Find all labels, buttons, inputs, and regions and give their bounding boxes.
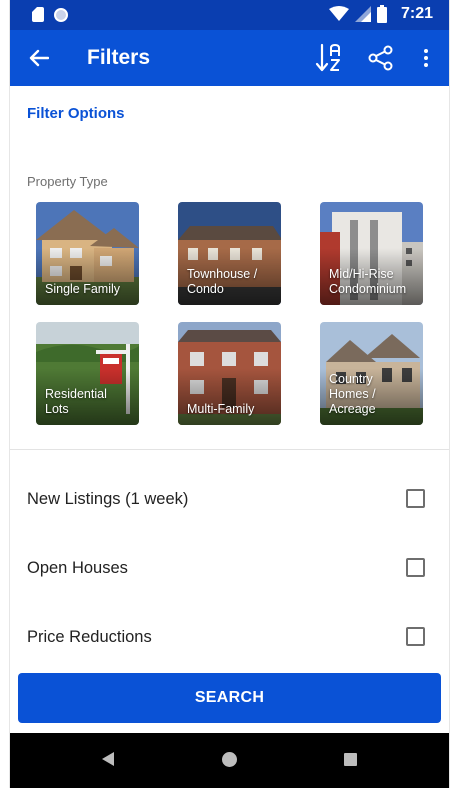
- battery-icon: [376, 5, 387, 23]
- nav-recents-icon[interactable]: [344, 753, 357, 766]
- status-right: 7:21: [328, 5, 433, 23]
- circle-icon: [54, 7, 68, 22]
- right-frame: [449, 0, 459, 788]
- new-listings-row[interactable]: New Listings (1 week): [10, 481, 449, 521]
- tile-single-family[interactable]: Single Family: [36, 202, 139, 305]
- more-vert-icon: [424, 49, 428, 53]
- page-title: Filters: [87, 46, 151, 69]
- back-arrow-icon: [29, 49, 49, 67]
- more-vert-icon-dot: [424, 63, 428, 67]
- share-icon: [368, 45, 393, 71]
- tile-multi-family[interactable]: Multi-Family: [178, 322, 281, 425]
- nav-home-icon[interactable]: [222, 752, 237, 767]
- new-listings-checkbox[interactable]: [406, 489, 425, 508]
- tile-mid-hi-rise-condominium[interactable]: Mid/Hi-Rise Condominium: [320, 202, 423, 305]
- status-time: 7:21: [400, 5, 433, 22]
- status-bar: 7:21: [10, 0, 449, 30]
- tile-country-homes-acreage[interactable]: Country Homes / Acreage: [320, 322, 423, 425]
- sort-button[interactable]: [315, 42, 345, 74]
- back-button[interactable]: [24, 43, 54, 73]
- tile-label: Mid/Hi-Rise Condominium: [329, 267, 407, 296]
- price-reductions-row[interactable]: Price Reductions: [10, 619, 449, 659]
- screen: 7:21 Filters Filter Options Property Typ…: [10, 0, 449, 788]
- app-bar: Filters: [10, 30, 449, 86]
- filter-options-link[interactable]: Filter Options: [27, 105, 125, 122]
- open-houses-label: Open Houses: [27, 559, 128, 577]
- price-reductions-checkbox[interactable]: [406, 627, 425, 646]
- open-houses-checkbox[interactable]: [406, 558, 425, 577]
- new-listings-label: New Listings (1 week): [27, 490, 189, 508]
- status-left: [32, 7, 68, 22]
- tile-residential-lots[interactable]: Residential Lots: [36, 322, 139, 425]
- tile-townhouse-condo[interactable]: Townhouse / Condo: [178, 202, 281, 305]
- sort-az-icon: [315, 43, 340, 72]
- search-button[interactable]: SEARCH: [18, 673, 441, 723]
- signal-icon: [354, 6, 371, 22]
- property-type-label: Property Type: [27, 174, 108, 189]
- more-options-button[interactable]: [416, 44, 436, 72]
- wifi-icon: [328, 6, 349, 21]
- more-vert-icon-dot: [424, 56, 428, 60]
- tile-label: Single Family: [45, 282, 121, 296]
- tile-label: Townhouse / Condo: [187, 267, 258, 296]
- price-reductions-label: Price Reductions: [27, 628, 152, 646]
- nav-back-icon[interactable]: [102, 752, 114, 766]
- left-frame: [0, 0, 10, 788]
- divider: [10, 449, 449, 450]
- open-houses-row[interactable]: Open Houses: [10, 550, 449, 590]
- tile-label: Multi-Family: [187, 402, 255, 416]
- sd-card-icon: [32, 7, 44, 22]
- system-nav-bar: [10, 733, 449, 788]
- tile-label: Country Homes / Acreage: [329, 372, 376, 416]
- tile-label: Residential Lots: [45, 387, 107, 416]
- share-button[interactable]: [367, 44, 395, 72]
